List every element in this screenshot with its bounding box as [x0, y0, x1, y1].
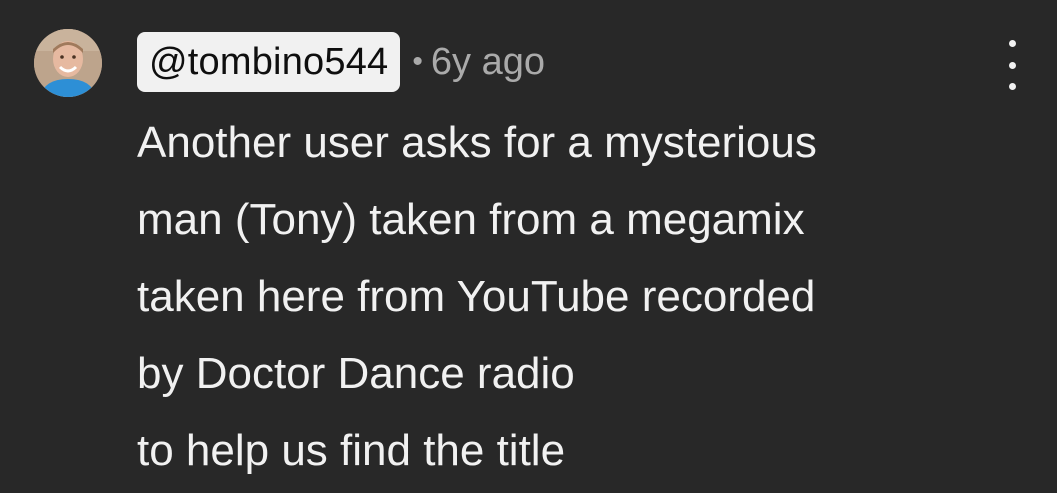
more-vertical-icon[interactable] [996, 40, 1028, 90]
avatar[interactable] [34, 29, 102, 97]
comment-line: man (Tony) taken from a megamix [137, 195, 805, 244]
menu-dot [1008, 83, 1016, 90]
comment-line: Another user asks for a mysterious [137, 118, 817, 167]
timestamp: 6y ago [430, 40, 545, 83]
avatar-image [34, 29, 102, 97]
comment-line: by Doctor Dance radio [137, 349, 575, 398]
comment-item: @tombino544 • 6y ago Another user asks f… [0, 0, 1057, 493]
comment-text: Another user asks for a mysterious man (… [137, 104, 1037, 489]
comment-line: taken here from YouTube recorded [137, 272, 816, 321]
separator-dot: • [412, 45, 423, 78]
comment-line: to help us find the title [137, 426, 566, 475]
comment-header: @tombino544 • 6y ago [137, 31, 545, 93]
menu-dot [1008, 61, 1016, 69]
menu-dot [1008, 40, 1016, 47]
author-handle[interactable]: @tombino544 [137, 32, 401, 92]
